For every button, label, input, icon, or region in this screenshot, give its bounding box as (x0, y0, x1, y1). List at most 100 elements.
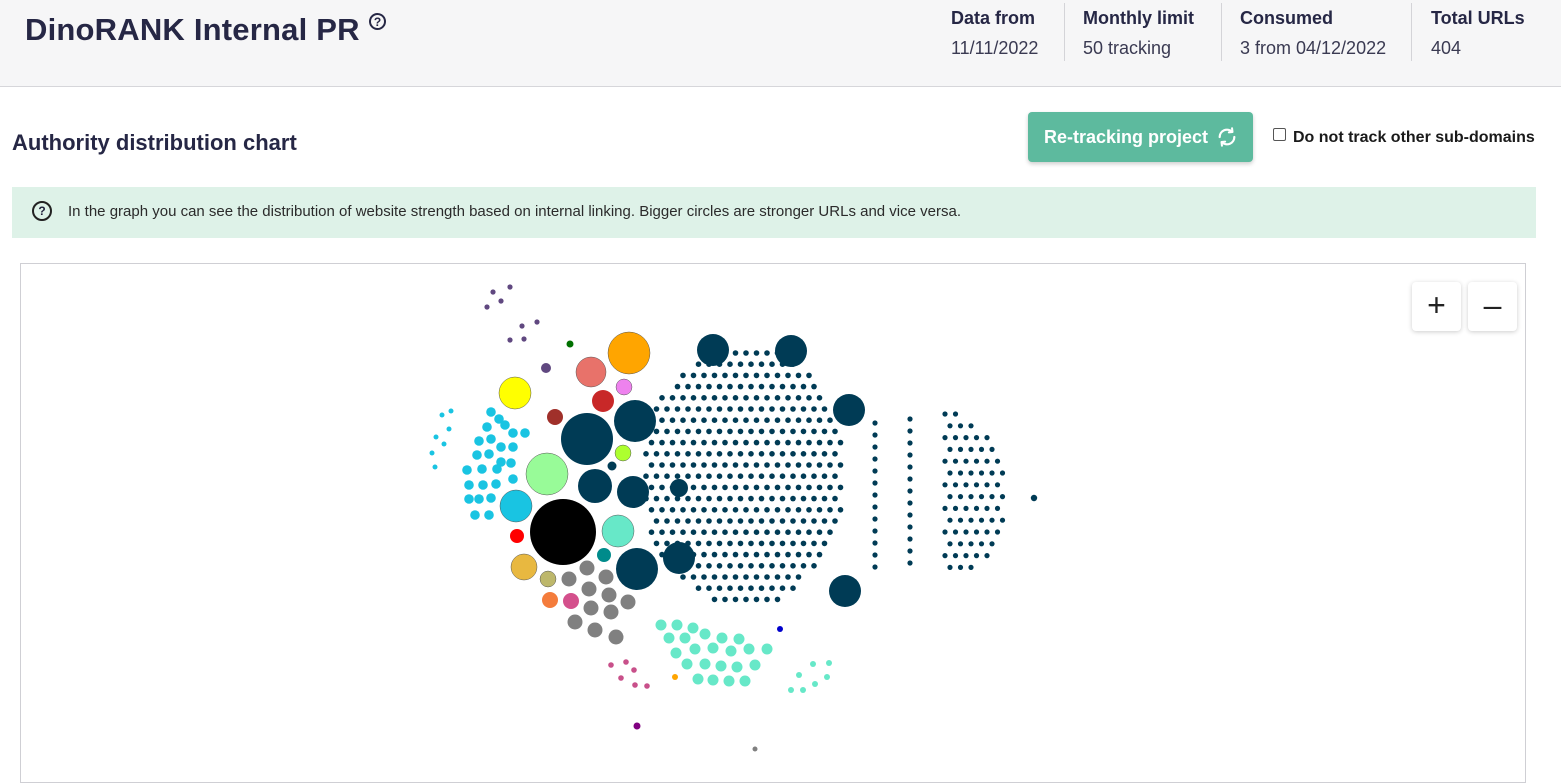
graph-node[interactable] (758, 495, 765, 502)
graph-node[interactable] (674, 383, 681, 390)
graph-node[interactable] (764, 395, 770, 401)
graph-node[interactable] (737, 473, 744, 479)
graph-node[interactable] (748, 473, 754, 479)
graph-node[interactable] (816, 484, 823, 491)
authority-graph-canvas[interactable]: + – (20, 263, 1526, 783)
graph-node[interactable] (907, 476, 913, 482)
graph-node[interactable] (957, 564, 964, 570)
graph-node[interactable] (764, 551, 770, 558)
graph-node[interactable] (957, 470, 964, 476)
graph-node[interactable] (664, 473, 670, 479)
graph-node[interactable] (664, 518, 670, 524)
graph-node[interactable] (811, 540, 817, 547)
graph-node[interactable] (722, 484, 728, 491)
graph-node[interactable] (659, 507, 665, 513)
graph-node[interactable] (811, 518, 817, 524)
graph-node[interactable] (761, 643, 773, 655)
graph-node[interactable] (753, 395, 760, 401)
graph-node[interactable] (680, 395, 686, 401)
graph-node[interactable] (699, 658, 711, 670)
graph-node[interactable] (907, 524, 913, 530)
graph-node[interactable] (711, 551, 718, 558)
graph-node[interactable] (695, 540, 702, 547)
graph-node[interactable] (832, 518, 838, 524)
graph-node[interactable] (795, 507, 802, 513)
graph-node[interactable] (806, 372, 812, 379)
graph-node[interactable] (743, 551, 749, 558)
graph-node[interactable] (615, 378, 633, 396)
graph-node[interactable] (695, 473, 702, 479)
graph-node[interactable] (664, 451, 670, 457)
graph-node[interactable] (743, 529, 749, 535)
graph-node[interactable] (659, 529, 665, 535)
graph-node[interactable] (733, 633, 745, 645)
graph-node[interactable] (984, 529, 990, 535)
graph-node[interactable] (774, 551, 781, 558)
graph-node[interactable] (716, 428, 723, 435)
graph-node[interactable] (631, 667, 637, 673)
graph-node[interactable] (907, 416, 913, 422)
graph-node[interactable] (429, 450, 435, 456)
graph-node[interactable] (711, 372, 718, 379)
graph-node[interactable] (653, 540, 660, 547)
graph-node[interactable] (872, 480, 878, 486)
graph-node[interactable] (664, 495, 670, 502)
graph-node[interactable] (775, 335, 807, 367)
graph-node[interactable] (496, 442, 506, 452)
graph-node[interactable] (722, 596, 728, 603)
graph-node[interactable] (764, 574, 770, 580)
graph-node[interactable] (837, 507, 844, 513)
graph-node[interactable] (947, 470, 953, 476)
graph-node[interactable] (968, 541, 974, 547)
graph-node[interactable] (491, 479, 501, 489)
graph-node[interactable] (521, 336, 527, 342)
graph-node[interactable] (774, 596, 781, 603)
graph-node[interactable] (655, 619, 667, 631)
graph-node[interactable] (769, 495, 775, 502)
graph-node[interactable] (942, 553, 948, 559)
graph-node[interactable] (748, 585, 754, 591)
graph-node[interactable] (984, 435, 990, 441)
graph-node[interactable] (701, 529, 707, 535)
graph-node[interactable] (499, 489, 533, 523)
graph-node[interactable] (706, 563, 712, 569)
retracking-project-button[interactable]: Re-tracking project (1028, 112, 1253, 162)
graph-node[interactable] (764, 417, 770, 423)
graph-node[interactable] (989, 494, 995, 500)
graph-node[interactable] (800, 687, 806, 693)
graph-node[interactable] (769, 451, 775, 457)
graph-node[interactable] (737, 540, 744, 547)
graph-node[interactable] (653, 428, 660, 435)
graph-node[interactable] (623, 659, 629, 665)
graph-node[interactable] (679, 632, 691, 644)
graph-node[interactable] (743, 395, 749, 401)
graph-node[interactable] (743, 439, 749, 446)
graph-node[interactable] (603, 604, 619, 620)
graph-node[interactable] (716, 473, 723, 479)
graph-node[interactable] (800, 406, 807, 412)
graph-node[interactable] (743, 507, 749, 513)
graph-node[interactable] (952, 458, 959, 464)
graph-node[interactable] (753, 507, 760, 513)
network-graph[interactable] (21, 264, 1525, 764)
graph-node[interactable] (727, 451, 733, 457)
graph-node[interactable] (601, 587, 617, 603)
graph-node[interactable] (608, 662, 614, 668)
graph-node[interactable] (821, 495, 828, 502)
graph-node[interactable] (984, 505, 990, 511)
graph-node[interactable] (907, 512, 913, 518)
graph-node[interactable] (811, 473, 817, 479)
graph-node[interactable] (669, 462, 676, 468)
graph-node[interactable] (769, 585, 775, 591)
graph-node[interactable] (644, 683, 650, 689)
graph-node[interactable] (973, 505, 980, 511)
graph-node[interactable] (764, 529, 770, 535)
graph-node[interactable] (715, 660, 727, 672)
graph-node[interactable] (716, 451, 723, 457)
graph-node[interactable] (716, 518, 723, 524)
graph-node[interactable] (711, 529, 718, 535)
graph-node[interactable] (758, 451, 765, 457)
graph-node[interactable] (620, 594, 636, 610)
graph-node[interactable] (727, 495, 733, 502)
graph-node[interactable] (774, 574, 781, 580)
